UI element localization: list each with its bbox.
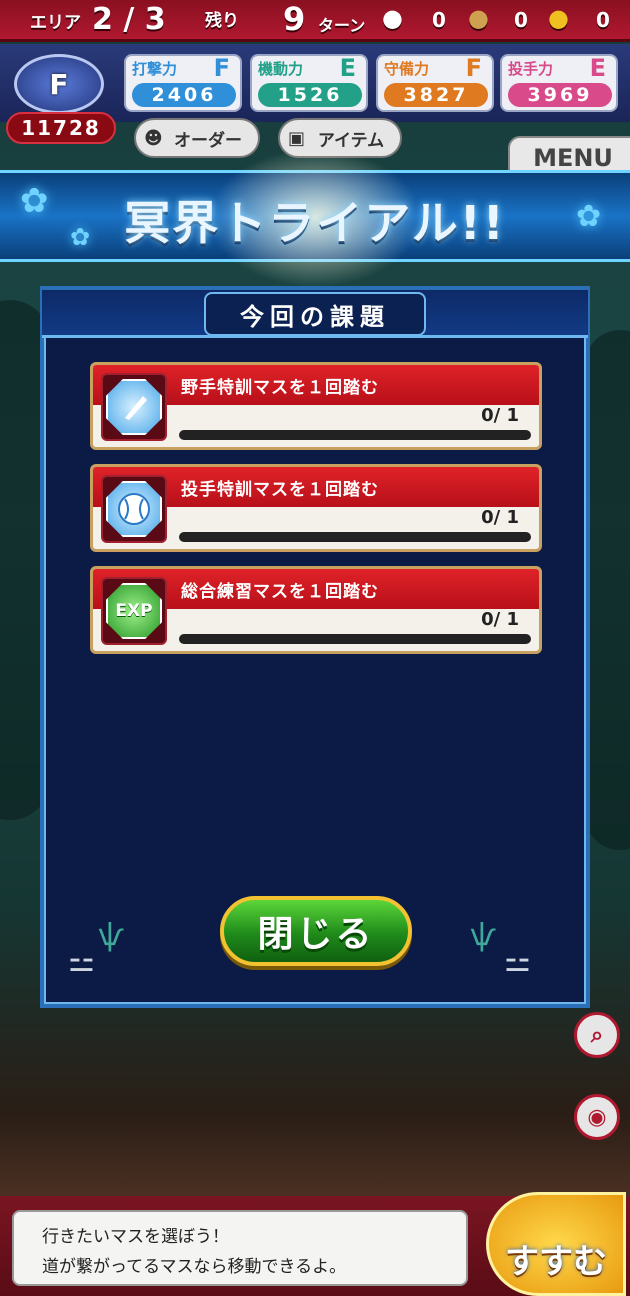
hint-line-1: 行きたいマスを選ぼう！: [42, 1227, 229, 1247]
bat-icon-glyph: [125, 396, 147, 420]
task-icon-frame: EXP: [101, 577, 167, 645]
task-progress-bar: [179, 430, 531, 440]
task-label: 投手特訓マスを１回踏む: [181, 480, 379, 500]
stat-label: 機動力: [258, 60, 304, 78]
tree-silhouette: [585, 330, 630, 850]
stat-batting: 打撃力 F 2406: [124, 54, 242, 112]
zoom-icon[interactable]: ⌕: [574, 1012, 620, 1058]
task-row: 投手特訓マスを１回踏む 0/ 1: [90, 464, 542, 552]
bag-count-3: 0: [596, 8, 610, 32]
bag-count-2: 0: [514, 8, 528, 32]
remaining-label: 残り: [205, 11, 239, 31]
task-row: EXP 総合練習マスを１回踏む 0/ 1: [90, 566, 542, 654]
turns-label: ターン: [318, 16, 366, 35]
task-panel-title: 今回の課題: [204, 292, 426, 336]
butterfly-icon: ✿: [576, 199, 602, 234]
stat-value: 2406: [132, 83, 236, 107]
money-bag-icon: ●: [382, 4, 403, 32]
money-bag-icon: ●: [548, 4, 569, 32]
game-screen: エリア 2 / 3 残り 9 ターン ● 0 ● 0 ● 0 F 11728 打…: [0, 0, 630, 1296]
stat-grade: E: [589, 54, 606, 82]
stat-pitching: 投手力 E 3969: [500, 54, 618, 112]
turns-value: 9: [283, 0, 306, 38]
task-row: 野手特訓マスを１回踏む 0/ 1: [90, 362, 542, 450]
baseball-icon: [106, 481, 162, 537]
task-label: 総合練習マスを１回踏む: [181, 582, 379, 602]
task-progress-bar: [179, 532, 531, 542]
task-progress: 0/ 1: [481, 609, 519, 630]
team-score: 11728: [6, 112, 116, 144]
stat-value: 3827: [384, 83, 488, 107]
banner-title: 冥界トライアル!!: [124, 196, 506, 250]
stat-grade: F: [465, 54, 482, 82]
hint-message-box: 行きたいマスを選ぼう！ 道が繋がってるマスなら移動できるよ。: [12, 1210, 468, 1286]
stat-value: 3969: [508, 83, 612, 107]
money-bag-icon: ●: [468, 4, 489, 32]
stat-label: 投手力: [508, 60, 554, 78]
task-progress-bar: [179, 634, 531, 644]
task-progress: 0/ 1: [481, 507, 519, 528]
task-progress: 0/ 1: [481, 405, 519, 426]
stat-grade: E: [339, 54, 356, 82]
bat-icon: [106, 379, 162, 435]
area-value: 2 / 3: [92, 2, 166, 37]
go-button[interactable]: すすむ: [486, 1192, 626, 1296]
grass-icon: ѱ: [470, 918, 497, 953]
task-icon-frame: [101, 373, 167, 441]
team-rank: F: [49, 67, 69, 101]
grass-icon: ѱ: [98, 918, 125, 953]
stat-label: 打撃力: [132, 60, 178, 78]
bone-icon: ⚍: [68, 944, 95, 979]
player-icon: ☻: [144, 127, 163, 149]
event-banner: 冥界トライアル!! ✿ ✿ ✿: [0, 143, 630, 293]
exp-icon: EXP: [106, 583, 162, 639]
bag-count-1: 0: [432, 8, 446, 32]
stat-grade: F: [213, 54, 230, 82]
stat-speed: 機動力 E 1526: [250, 54, 368, 112]
team-rank-emblem[interactable]: F: [14, 54, 104, 114]
exp-icon-text: EXP: [115, 601, 153, 621]
task-label: 野手特訓マスを１回踏む: [181, 378, 379, 398]
hint-line-2: 道が繋がってるマスなら移動できるよ。: [42, 1257, 347, 1277]
stat-label: 守備力: [384, 60, 430, 78]
baseball-icon-glyph: [118, 493, 150, 525]
turn-status-bar: エリア 2 / 3 残り 9 ターン ● 0 ● 0 ● 0: [0, 0, 630, 42]
butterfly-icon: ✿: [70, 223, 91, 251]
bone-icon: ⚍: [504, 944, 531, 979]
area-label: エリア: [30, 13, 81, 33]
stat-value: 1526: [258, 83, 362, 107]
close-button[interactable]: 閉じる: [220, 896, 412, 966]
stat-defense: 守備力 F 3827: [376, 54, 494, 112]
butterfly-icon: ✿: [20, 181, 49, 221]
player-view-icon[interactable]: ◉: [574, 1094, 620, 1140]
task-icon-frame: [101, 475, 167, 543]
